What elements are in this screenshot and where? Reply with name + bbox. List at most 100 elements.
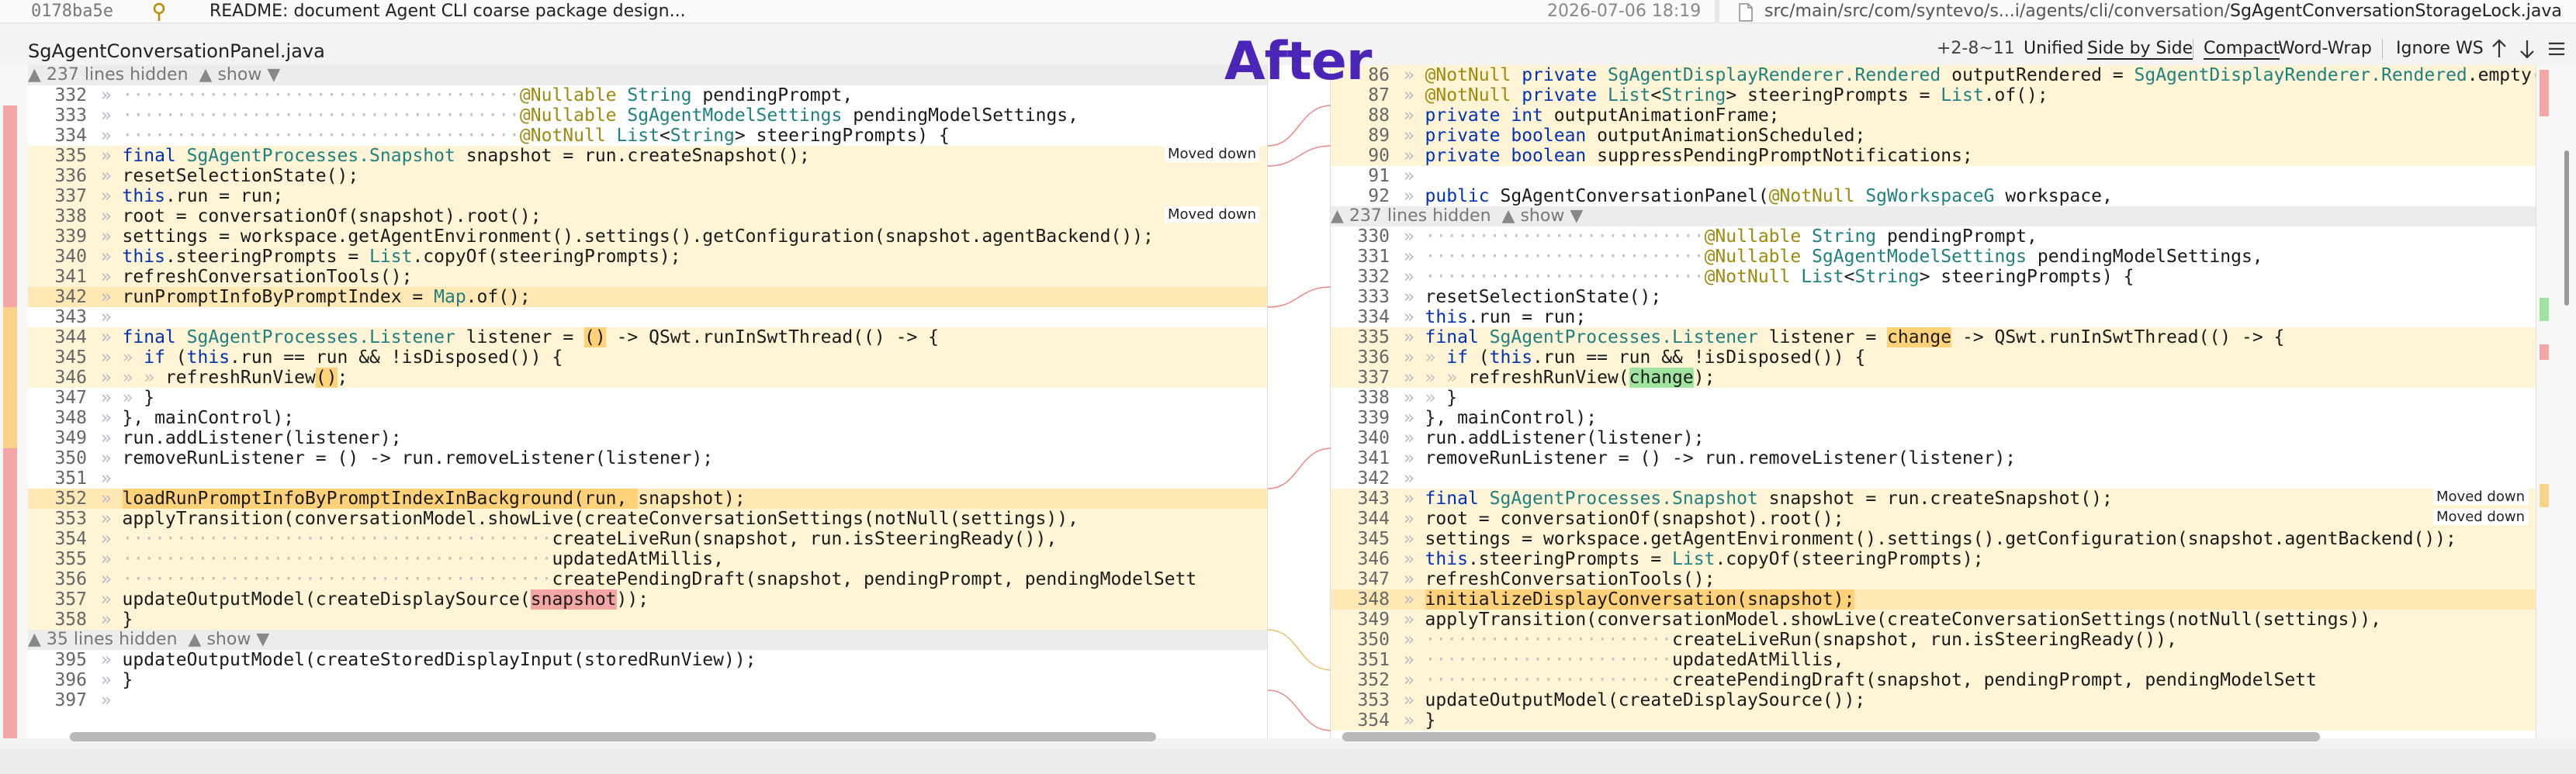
code-line[interactable]: 337 » » » refreshRunView(change);	[1331, 368, 2536, 388]
code-line[interactable]: 333 » ··································…	[28, 105, 1267, 126]
indent-guide: »	[90, 166, 123, 186]
code-line[interactable]: 341 » refreshConversationTools();	[28, 267, 1267, 287]
code-line[interactable]: 347 » refreshConversationTools();	[1331, 569, 2536, 589]
arrow-up-icon[interactable]	[2489, 37, 2509, 60]
code-line[interactable]: 334 » ··································…	[28, 126, 1267, 146]
code-line[interactable]: 332 » ··································…	[28, 85, 1267, 105]
fold-show-link[interactable]: show	[206, 630, 251, 649]
code-line[interactable]: 345 » settings = workspace.getAgentEnvir…	[1331, 529, 2536, 549]
side-by-side-toggle[interactable]: Side by Side	[2087, 39, 2193, 60]
code-line[interactable]: 348 » initializeDisplayConversation(snap…	[1331, 589, 2536, 610]
ignore-ws-toggle[interactable]: Ignore WS	[2396, 39, 2484, 58]
left-diff-pane[interactable]: ▲ 237 lines hidden ▲ show ▼ 332 » ······…	[28, 65, 1267, 738]
code-line[interactable]: 339 » settings = workspace.getAgentEnvir…	[28, 226, 1267, 247]
unified-toggle[interactable]: Unified	[2024, 39, 2084, 58]
code-line[interactable]: 89 » private boolean outputAnimationSche…	[1331, 126, 2536, 146]
file-path[interactable]: src/main/src/com/syntevo/s...i/agents/cl…	[1764, 2, 2562, 21]
code-text: run.addListener(listener);	[122, 428, 402, 448]
code-line[interactable]: 342 »	[1331, 468, 2536, 489]
line-number: 350	[1357, 630, 1390, 650]
code-line[interactable]: 358 » }	[28, 610, 1267, 630]
code-line[interactable]: 351 »	[28, 468, 1267, 489]
code-line[interactable]: 334 » this.run = run;	[1331, 307, 2536, 327]
code-line[interactable]: 339 » }, mainControl);	[1331, 408, 2536, 428]
code-line[interactable]: 346 » this.steeringPrompts = List.copyOf…	[1331, 549, 2536, 569]
code-line[interactable]: 344 » root = conversationOf(snapshot).ro…	[1331, 509, 2536, 529]
compact-toggle[interactable]: Compact	[2204, 39, 2280, 60]
code-line[interactable]: 342 » runPromptInfoByPromptIndex = Map.o…	[28, 287, 1267, 307]
code-line[interactable]: 343 »	[28, 307, 1267, 327]
code-line[interactable]: 345 » » if (this.run == run && !isDispos…	[28, 347, 1267, 368]
vertical-scroll-thumb[interactable]	[2564, 150, 2569, 306]
commit-hash[interactable]: 0178ba5e	[31, 2, 113, 21]
fold-show-link[interactable]: show	[1520, 206, 1564, 226]
code-line[interactable]: 352 » loadRunPromptInfoByPromptIndexInBa…	[28, 489, 1267, 509]
code-line[interactable]: 351 » ·······················updatedAtMi…	[1331, 650, 2536, 670]
code-line[interactable]: 349 » run.addListener(listener);	[28, 428, 1267, 448]
code-line[interactable]: 397 »	[28, 690, 1267, 710]
fold-hidden-lines[interactable]: ▲ 237 lines hidden ▲ show ▼	[28, 65, 1267, 85]
code-line[interactable]: 341 » removeRunListener = () -> run.remo…	[1331, 448, 2536, 468]
line-number: 396	[54, 670, 87, 690]
word-wrap-toggle[interactable]: Word-Wrap	[2278, 39, 2372, 58]
code-line[interactable]: 347 » » }	[28, 388, 1267, 408]
code-line[interactable]: 340 » run.addListener(listener);	[1331, 428, 2536, 448]
code-line[interactable]: 340 » this.steeringPrompts = List.copyOf…	[28, 247, 1267, 267]
code-line[interactable]: 354 » }	[1331, 710, 2536, 731]
indent-guide: »	[1393, 690, 1425, 710]
code-line[interactable]: 335 » final SgAgentProcesses.Listener li…	[1331, 327, 2536, 347]
line-number: 397	[54, 690, 87, 710]
indent-guide: »	[90, 448, 123, 468]
code-line[interactable]: 337 » this.run = run;	[28, 186, 1267, 206]
right-horizontal-scroll-thumb[interactable]	[1342, 732, 2320, 741]
code-line[interactable]: 90 » private boolean suppressPendingProm…	[1331, 146, 2536, 166]
code-line[interactable]: 348 » }, mainControl);	[28, 408, 1267, 428]
code-line[interactable]: 350 » removeRunListener = () -> run.remo…	[28, 448, 1267, 468]
code-line[interactable]: 333 » resetSelectionState();	[1331, 287, 2536, 307]
code-line[interactable]: 353 » applyTransition(conversationModel.…	[28, 509, 1267, 529]
left-horizontal-scroll-thumb[interactable]	[70, 732, 1156, 741]
code-line[interactable]: 346 » » » refreshRunView();	[28, 368, 1267, 388]
code-line[interactable]: 335 » final SgAgentProcesses.Snapshot sn…	[28, 146, 1267, 166]
code-line[interactable]: 331 » ··························@Nullabl…	[1331, 247, 2536, 267]
code-line[interactable]: 353 » updateOutputModel(createDisplaySou…	[1331, 690, 2536, 710]
code-line[interactable]: 86 » @NotNull private SgAgentDisplayRend…	[1331, 65, 2536, 85]
indent-guide: »	[90, 126, 123, 146]
code-line[interactable]: 92 » public SgAgentConversationPanel(@No…	[1331, 186, 2536, 206]
code-line[interactable]: 332 » ··························@NotNull…	[1331, 267, 2536, 287]
code-line[interactable]: 338 » » }	[1331, 388, 2536, 408]
right-diff-pane[interactable]: 86 » @NotNull private SgAgentDisplayRend…	[1331, 65, 2536, 738]
commit-message[interactable]: README: document Agent CLI coarse packag…	[209, 2, 686, 21]
code-line[interactable]: 352 » ·······················createPendi…	[1331, 670, 2536, 690]
indent-guide: »	[90, 670, 123, 690]
code-line[interactable]: 350 » ·······················createLiveR…	[1331, 630, 2536, 650]
menu-icon[interactable]	[2547, 37, 2567, 60]
code-line[interactable]: 344 » final SgAgentProcesses.Listener li…	[28, 327, 1267, 347]
code-line[interactable]: 355 » ··································…	[28, 549, 1267, 569]
indent-guide: »	[1393, 126, 1425, 146]
overview-ruler[interactable]	[2536, 65, 2576, 738]
line-number: 395	[54, 650, 87, 670]
arrow-down-icon[interactable]	[2517, 37, 2537, 60]
code-line[interactable]: 91 »	[1331, 166, 2536, 186]
code-line[interactable]: 336 » » if (this.run == run && !isDispos…	[1331, 347, 2536, 368]
line-number: 349	[54, 428, 87, 448]
code-line[interactable]: 336 » resetSelectionState();	[28, 166, 1267, 186]
indent-guide: »	[90, 489, 123, 509]
line-number: 333	[54, 105, 87, 126]
code-line[interactable]: 354 » ··································…	[28, 529, 1267, 549]
splitter[interactable]	[1715, 0, 1719, 23]
code-line[interactable]: 330 » ··························@Nullabl…	[1331, 226, 2536, 247]
code-line[interactable]: 356 » ··································…	[28, 569, 1267, 589]
code-line[interactable]: 349 » applyTransition(conversationModel.…	[1331, 610, 2536, 630]
code-line[interactable]: 88 » private int outputAnimationFrame;	[1331, 105, 2536, 126]
fold-hidden-lines[interactable]: ▲ 35 lines hidden ▲ show ▼	[28, 630, 1267, 650]
code-line[interactable]: 87 » @NotNull private List<String> steer…	[1331, 85, 2536, 105]
code-line[interactable]: 338 » root = conversationOf(snapshot).ro…	[28, 206, 1267, 226]
code-line[interactable]: 343 » final SgAgentProcesses.Snapshot sn…	[1331, 489, 2536, 509]
code-line[interactable]: 357 » updateOutputModel(createDisplaySou…	[28, 589, 1267, 610]
fold-hidden-lines[interactable]: ▲ 237 lines hidden ▲ show ▼	[1331, 206, 2536, 226]
code-line[interactable]: 396 » }	[28, 670, 1267, 690]
fold-show-link[interactable]: show	[217, 65, 261, 85]
code-line[interactable]: 395 » updateOutputModel(createStoredDisp…	[28, 650, 1267, 670]
